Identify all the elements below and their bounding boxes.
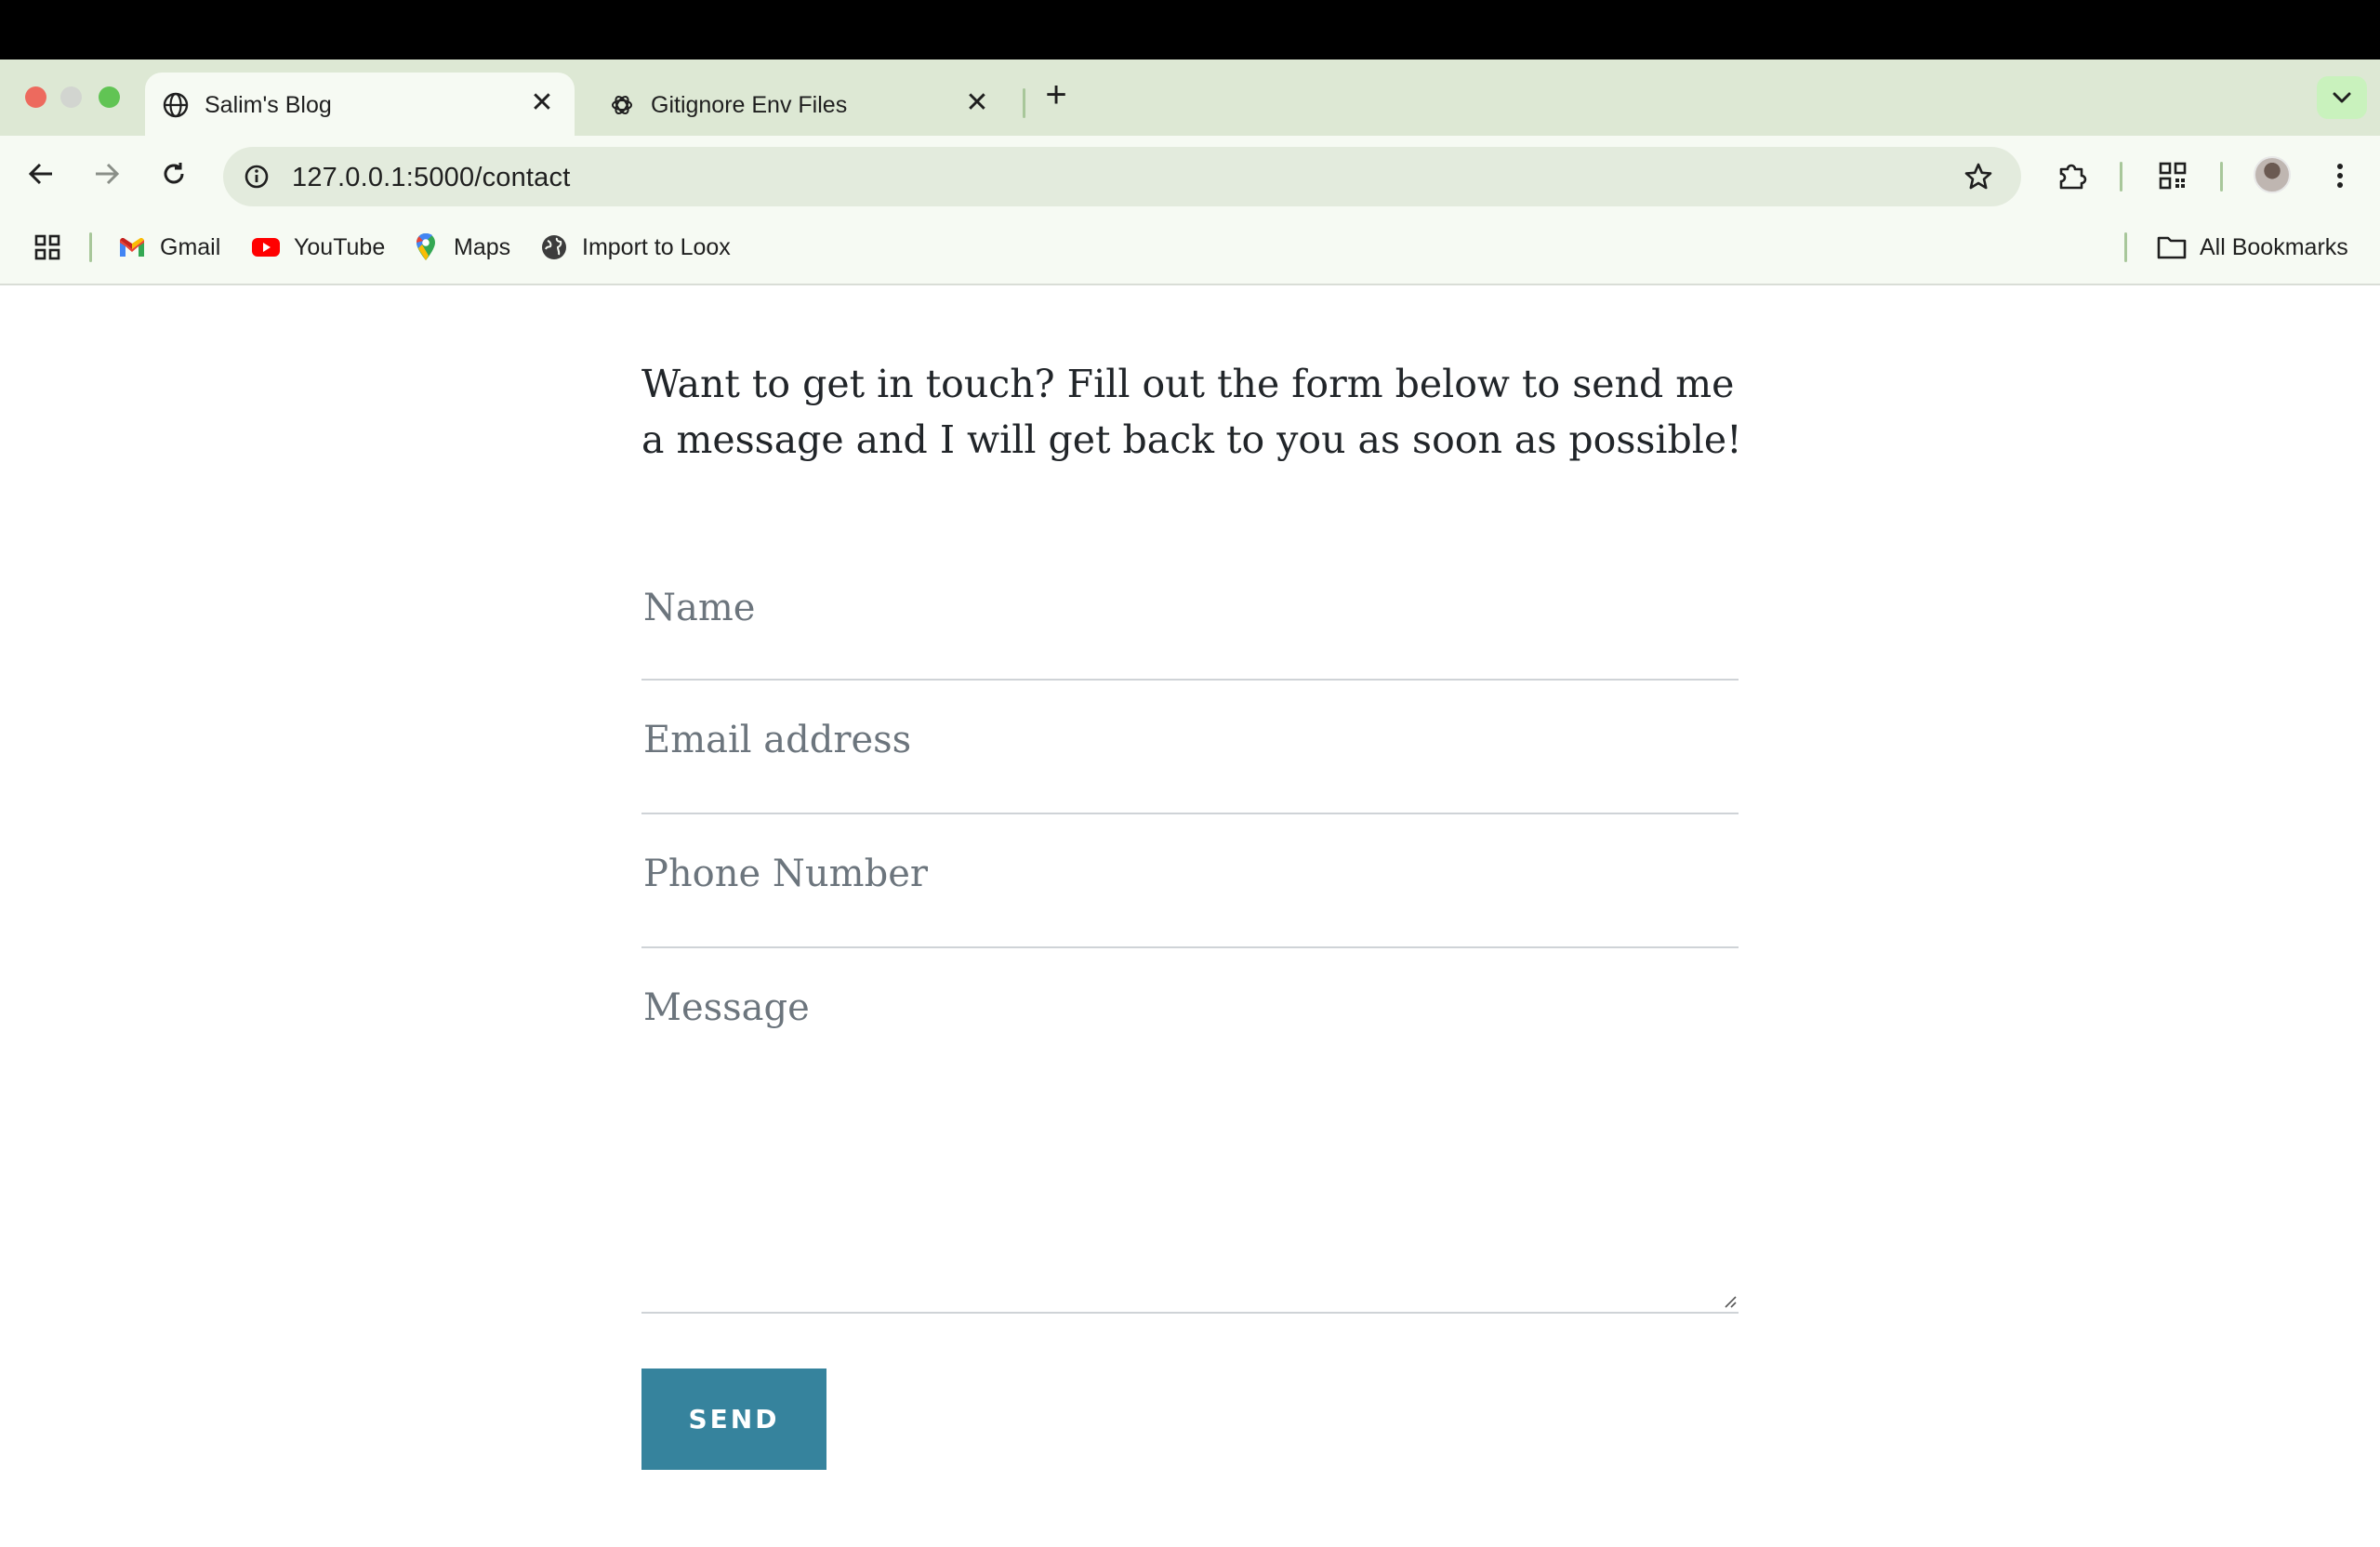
arrow-right-icon <box>96 163 120 185</box>
globe-icon <box>162 91 190 119</box>
back-button[interactable] <box>20 152 62 195</box>
close-tab-icon[interactable]: ✕ <box>963 89 991 117</box>
new-tab-button[interactable]: + <box>1039 76 1073 113</box>
close-window-button[interactable] <box>25 86 46 108</box>
site-info-icon[interactable] <box>238 158 275 195</box>
url-text[interactable]: 127.0.0.1:5000/contact <box>292 162 570 193</box>
profile-avatar[interactable] <box>2254 156 2291 193</box>
globe-icon <box>539 232 569 262</box>
bookmarks-divider <box>2124 232 2127 262</box>
email-placeholder: Email address <box>643 719 912 761</box>
forward-button[interactable] <box>86 152 128 195</box>
contact-intro-text: Want to get in touch? Fill out the form … <box>641 362 1742 462</box>
browser-chrome: Salim's Blog ✕ Gitignore Env Files ✕ + 1… <box>0 60 2380 285</box>
reload-icon <box>164 163 184 184</box>
bookmark-maps[interactable]: Maps <box>411 231 510 264</box>
name-placeholder: Name <box>643 587 756 629</box>
name-input[interactable]: Name <box>641 583 1739 681</box>
all-bookmarks-label: All Bookmarks <box>2200 233 2348 260</box>
toolbar: 127.0.0.1:5000/contact <box>0 136 2380 212</box>
bookmark-gmail[interactable]: Gmail <box>117 231 220 264</box>
tab-title: Salim's Blog <box>205 92 332 118</box>
folder-icon <box>2157 232 2187 262</box>
toolbar-divider <box>2220 162 2223 192</box>
apps-grid-icon[interactable] <box>33 231 61 264</box>
bookmarks-bar: Gmail YouTube Maps Import to Loox All Bo… <box>0 212 2380 285</box>
tab-divider <box>1023 88 1025 118</box>
close-tab-icon[interactable]: ✕ <box>528 89 556 117</box>
screen-top-bar <box>0 0 2380 60</box>
email-input[interactable]: Email address <box>641 715 1739 814</box>
more-menu-icon[interactable] <box>2319 154 2361 197</box>
bookmark-label: Maps <box>454 233 511 260</box>
message-textarea[interactable]: Message <box>641 983 1739 1314</box>
bookmarks-divider <box>89 232 92 262</box>
message-placeholder: Message <box>643 986 810 1029</box>
phone-input[interactable]: Phone Number <box>641 849 1739 948</box>
openai-icon <box>608 91 636 119</box>
contact-page: Want to get in touch? Fill out the form … <box>0 285 2380 1547</box>
bookmark-star-icon[interactable] <box>1958 156 1999 197</box>
bookmark-label: Gmail <box>160 233 221 260</box>
bookmark-youtube[interactable]: YouTube <box>251 231 385 264</box>
tab-bar: Salim's Blog ✕ Gitignore Env Files ✕ + <box>0 60 2380 136</box>
toolbar-divider <box>2120 162 2122 192</box>
maps-icon <box>411 232 441 262</box>
arrow-left-icon <box>28 163 52 185</box>
minimize-window-button[interactable] <box>60 86 82 108</box>
send-button[interactable]: SEND <box>641 1368 826 1470</box>
maximize-window-button[interactable] <box>99 86 120 108</box>
reload-button[interactable] <box>152 152 195 195</box>
tab-salims-blog[interactable]: Salim's Blog ✕ <box>145 73 575 136</box>
bookmark-label: YouTube <box>294 233 386 260</box>
gmail-icon <box>117 232 147 262</box>
all-bookmarks-button[interactable]: All Bookmarks <box>2157 231 2348 264</box>
tab-gitignore-env-files[interactable]: Gitignore Env Files ✕ <box>591 73 1010 136</box>
resize-handle-icon[interactable] <box>1722 1293 1737 1308</box>
bookmark-import-to-loox[interactable]: Import to Loox <box>539 231 731 264</box>
tab-title: Gitignore Env Files <box>651 92 848 118</box>
tab-search-button[interactable] <box>2317 76 2367 119</box>
qr-code-icon[interactable] <box>2151 154 2194 197</box>
extensions-icon[interactable] <box>2051 154 2094 197</box>
phone-placeholder: Phone Number <box>643 853 928 895</box>
youtube-icon <box>251 232 281 262</box>
chevron-down-icon <box>2333 92 2351 103</box>
bookmark-label: Import to Loox <box>582 233 731 260</box>
